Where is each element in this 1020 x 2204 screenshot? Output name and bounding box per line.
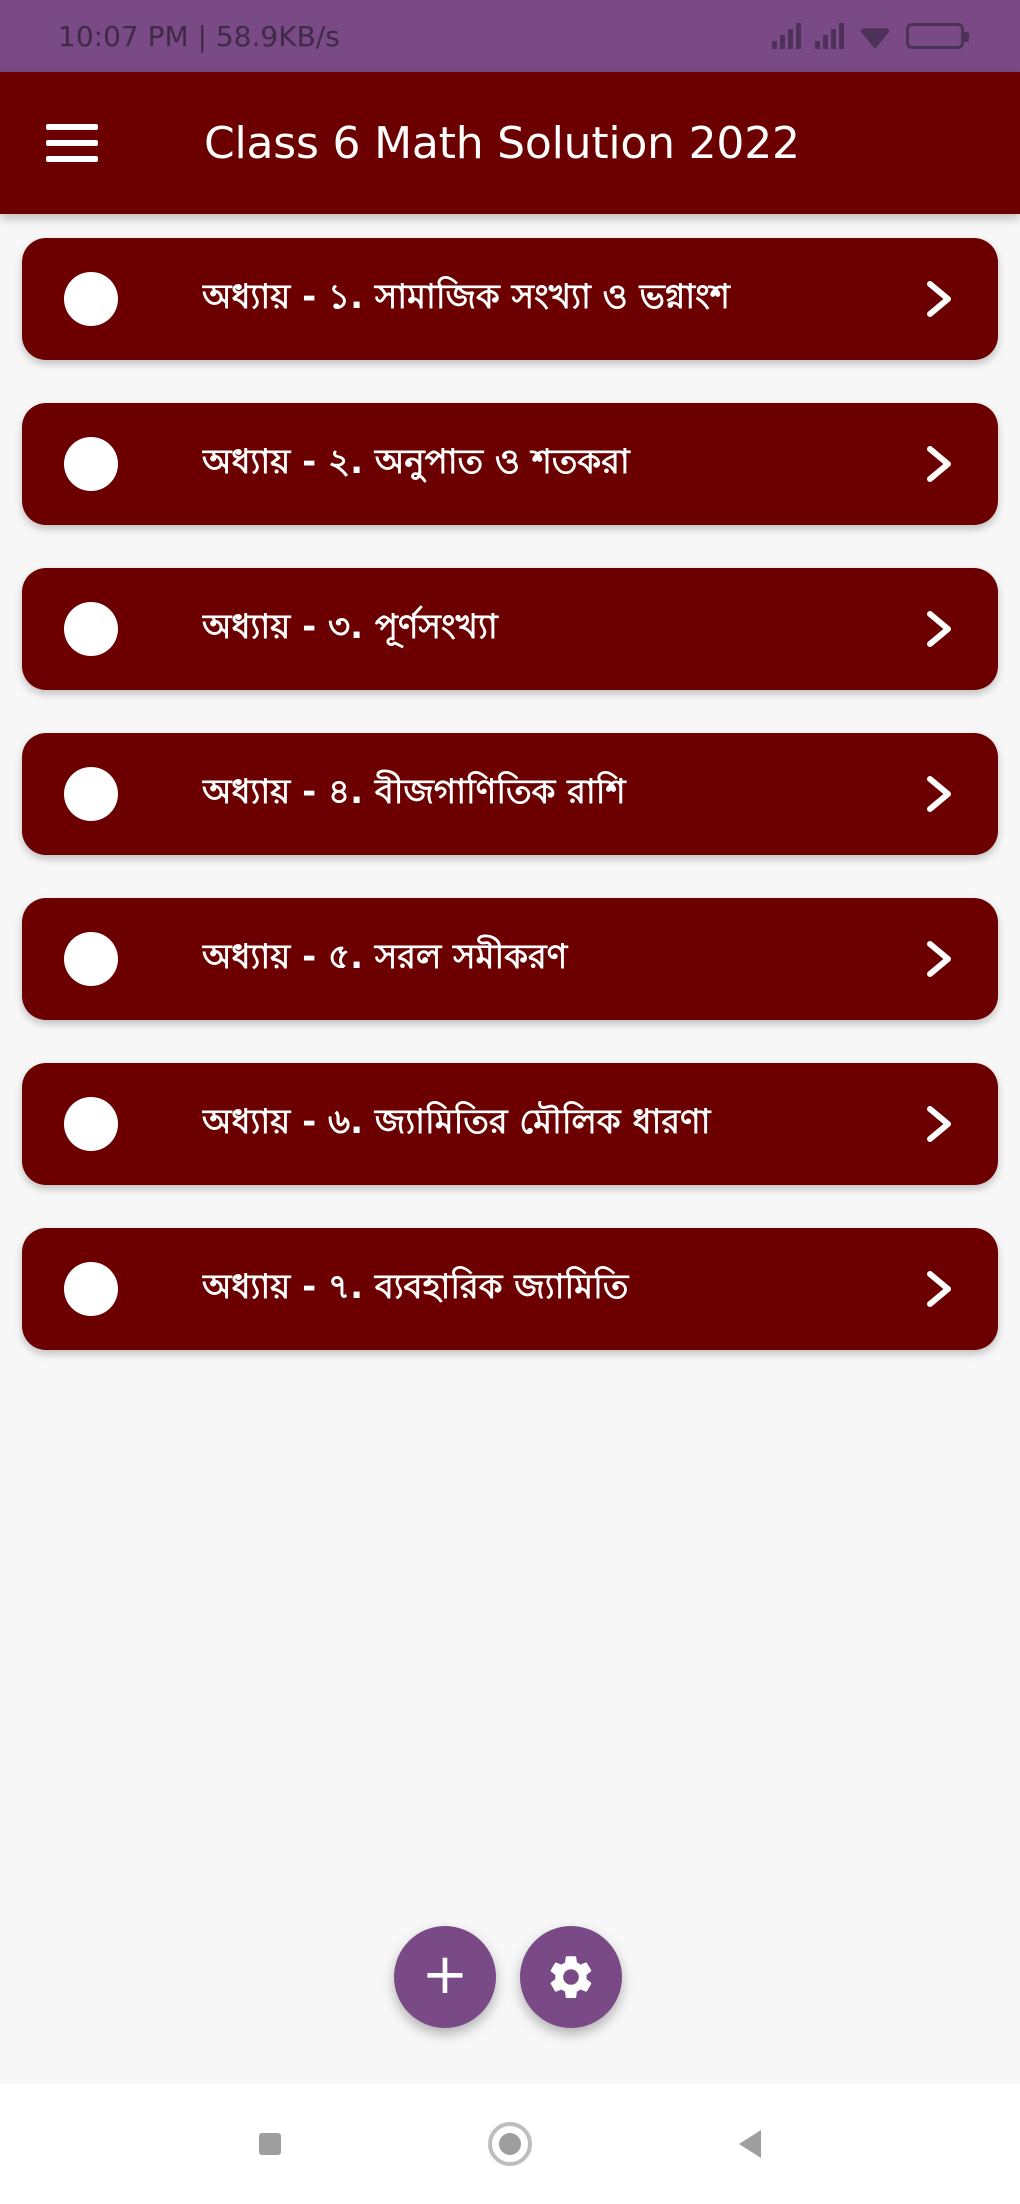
system-nav-bar <box>0 2084 1020 2204</box>
status-time-speed: 10:07 PM | 58.9KB/s <box>58 19 340 53</box>
chapter-label: অধ্যায় - ৫. সরল সমীকরণ <box>202 936 568 977</box>
page-title: Class 6 Math Solution 2022 <box>204 117 800 169</box>
gear-icon <box>550 1956 592 1998</box>
chapter-list: অধ্যায় - ১. সামাজিক সংখ্যা ও ভগ্নাংশ অধ… <box>22 238 998 1393</box>
chevron-right-icon <box>920 280 958 318</box>
chevron-right-icon <box>920 445 958 483</box>
chapter-item-4[interactable]: অধ্যায় - ৪. বীজগাণিতিক রাশি <box>22 733 998 855</box>
back-icon[interactable] <box>720 2114 780 2174</box>
wifi-icon <box>858 28 892 49</box>
chapter-label: অধ্যায় - ৩. পূর্ণসংখ্যা <box>202 606 498 647</box>
chapter-item-1[interactable]: অধ্যায় - ১. সামাজিক সংখ্যা ও ভগ্নাংশ <box>22 238 998 360</box>
chapter-item-3[interactable]: অধ্যায় - ৩. পূর্ণসংখ্যা <box>22 568 998 690</box>
chapter-item-2[interactable]: অধ্যায় - ২. অনুপাত ও শতকরা <box>22 403 998 525</box>
radio-circle-icon <box>64 1262 118 1316</box>
home-icon[interactable] <box>480 2114 540 2174</box>
radio-circle-icon <box>64 767 118 821</box>
recent-apps-icon[interactable] <box>240 2114 300 2174</box>
radio-circle-icon <box>64 602 118 656</box>
radio-circle-icon <box>64 437 118 491</box>
chevron-right-icon <box>920 775 958 813</box>
chevron-right-icon <box>920 1105 958 1143</box>
chapter-label: অধ্যায় - ৪. বীজগাণিতিক রাশি <box>202 771 626 812</box>
chapter-item-5[interactable]: অধ্যায় - ৫. সরল সমীকরণ <box>22 898 998 1020</box>
chapter-label: অধ্যায় - ২. অনুপাত ও শতকরা <box>202 441 630 482</box>
chevron-right-icon <box>920 1270 958 1308</box>
app-bar: Class 6 Math Solution 2022 <box>0 72 1020 214</box>
signal-icon-2 <box>815 23 844 49</box>
chapter-item-6[interactable]: অধ্যায় - ৬. জ্যামিতির মৌলিক ধারণা <box>22 1063 998 1185</box>
radio-circle-icon <box>64 1097 118 1151</box>
add-button[interactable]: + <box>394 1926 496 2028</box>
settings-button[interactable] <box>520 1926 622 2028</box>
fab-row: + <box>394 1926 622 2028</box>
radio-circle-icon <box>64 932 118 986</box>
chevron-right-icon <box>920 940 958 978</box>
radio-circle-icon <box>64 272 118 326</box>
hamburger-menu-icon[interactable] <box>46 124 98 162</box>
battery-icon <box>906 23 969 49</box>
chapter-label: অধ্যায় - ৬. জ্যামিতির মৌলিক ধারণা <box>202 1101 711 1142</box>
chapter-label: অধ্যায় - ১. সামাজিক সংখ্যা ও ভগ্নাংশ <box>202 276 730 317</box>
plus-icon: + <box>421 1942 469 2007</box>
chevron-right-icon <box>920 610 958 648</box>
status-bar: 10:07 PM | 58.9KB/s <box>0 0 1020 72</box>
signal-icon <box>772 23 801 49</box>
chapter-label: অধ্যায় - ৭. ব্যবহারিক জ্যামিতি <box>202 1266 629 1307</box>
status-icons <box>772 23 969 49</box>
chapter-item-7[interactable]: অধ্যায় - ৭. ব্যবহারিক জ্যামিতি <box>22 1228 998 1350</box>
